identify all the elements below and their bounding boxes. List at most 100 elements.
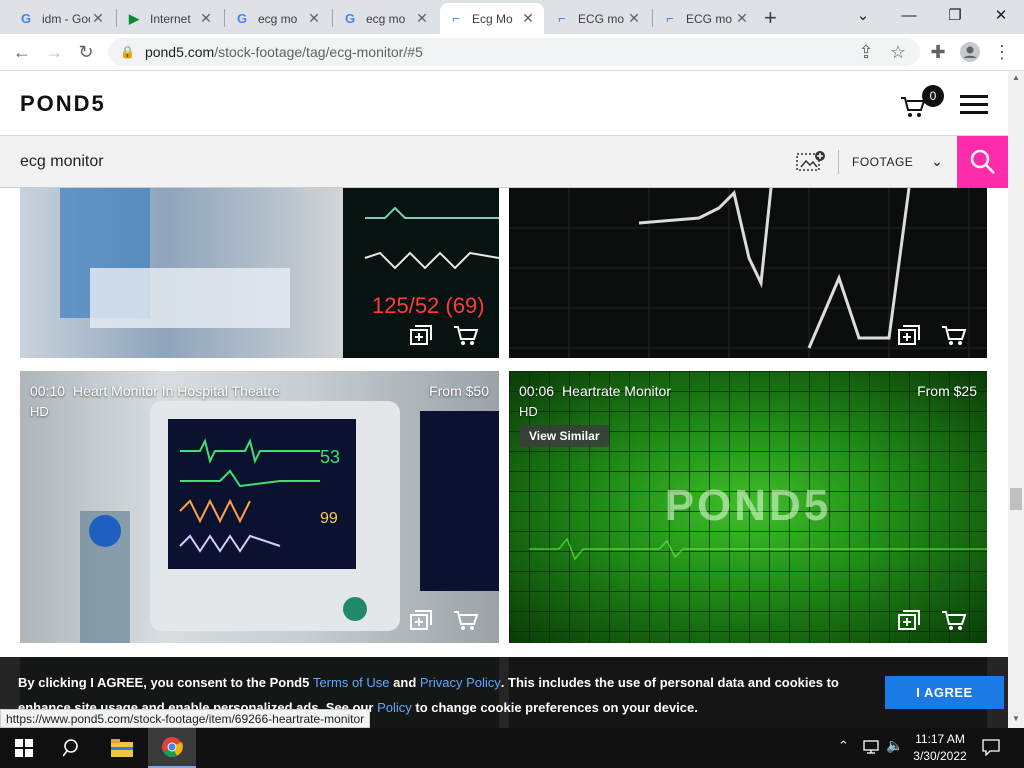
clip-card-3[interactable]: 53 99 00:10 Heart Monitor In Hospital The…	[20, 371, 499, 643]
lock-icon: 🔒	[120, 45, 135, 59]
clip-card-4[interactable]: POND5 00:06 Heartrate Monitor From $25 HD…	[509, 371, 987, 643]
chrome-menu-icon[interactable]: ⋮	[988, 38, 1016, 66]
browser-tab-7[interactable]: ⌐ ECG mo ✕	[654, 3, 758, 34]
network-icon[interactable]	[862, 739, 880, 760]
chrome-icon[interactable]	[148, 728, 196, 768]
category-select-label: FOOTAGE	[852, 155, 914, 169]
browser-tab-6[interactable]: ⌐ ECG mo ✕	[546, 3, 650, 34]
i-agree-button[interactable]: I AGREE	[885, 676, 1004, 709]
category-select[interactable]: FOOTAGE ⌄	[852, 153, 943, 170]
play-icon: ▶	[129, 10, 139, 26]
clip-thumbnail-3: 53 99	[80, 401, 499, 643]
clip-title[interactable]: Heartrate Monitor	[562, 383, 671, 399]
scroll-down-arrow[interactable]: ▼	[1012, 714, 1020, 723]
policy-link[interactable]: Policy	[377, 700, 412, 715]
svg-text:125/52 (69): 125/52 (69)	[372, 293, 485, 318]
share-icon[interactable]: ⇪	[852, 38, 880, 66]
google-icon: G	[236, 11, 248, 26]
clip-info-4: 00:06 Heartrate Monitor	[519, 383, 671, 399]
windows-start-icon[interactable]	[0, 728, 48, 768]
close-tab-icon[interactable]: ✕	[520, 10, 536, 27]
browser-tab-strip: G idm - Goo ✕ ▶ Internet ✕ G ecg mo ✕ G …	[0, 0, 1024, 34]
clip-card-2[interactable]	[509, 188, 987, 358]
tab-title: ecg mo	[366, 11, 406, 26]
pond5-icon: ⌐	[558, 11, 566, 26]
view-similar-button[interactable]: View Similar	[519, 425, 610, 447]
close-tab-icon[interactable]: ✕	[414, 10, 430, 27]
search-icon[interactable]	[48, 728, 96, 768]
scrollbar-thumb[interactable]	[1010, 488, 1022, 510]
add-to-collection-icon[interactable]	[409, 324, 435, 346]
clip-duration: 00:06	[519, 383, 555, 399]
browser-tab-1[interactable]: G idm - Goo ✕	[10, 3, 114, 34]
clip-title[interactable]: Heart Monitor In Hospital Theatre	[73, 383, 280, 399]
close-tab-icon[interactable]: ✕	[626, 10, 642, 27]
back-icon[interactable]: ←	[8, 38, 36, 66]
cart-count-badge: 0	[922, 85, 944, 107]
hamburger-menu-icon[interactable]	[960, 95, 988, 114]
close-window-button[interactable]: ✕	[978, 0, 1024, 30]
tab-search-icon[interactable]: ⌄	[840, 0, 886, 30]
search-button[interactable]	[957, 136, 1008, 188]
system-clock[interactable]: 11:17 AM 3/30/2022	[906, 731, 974, 765]
page-scrollbar[interactable]: ▲ ▼	[1008, 71, 1024, 728]
scroll-up-arrow[interactable]: ▲	[1012, 73, 1020, 82]
browser-tab-4[interactable]: G ecg mo ✕	[334, 3, 438, 34]
clock-time: 11:17 AM	[915, 732, 965, 746]
clip-actions	[897, 324, 967, 346]
clip-actions	[409, 609, 479, 631]
add-to-collection-icon[interactable]	[897, 609, 923, 631]
show-hidden-icons-chevron-icon[interactable]: ⌃	[838, 738, 849, 754]
add-to-cart-icon[interactable]	[941, 609, 967, 631]
web-page: 125/52 (69) 53 99 00:10 Heart Monitor In…	[0, 71, 1008, 728]
site-header: POND5 0	[0, 71, 1008, 136]
close-tab-icon[interactable]: ✕	[198, 10, 214, 27]
terms-of-use-link[interactable]: Terms of Use	[313, 675, 390, 690]
add-to-cart-icon[interactable]	[453, 609, 479, 631]
clip-price: From $50	[429, 383, 489, 399]
svg-text:99: 99	[320, 510, 338, 527]
clock-date: 3/30/2022	[913, 749, 967, 763]
pond5-logo[interactable]: POND5	[20, 91, 106, 117]
tab-title: idm - Goo	[42, 11, 90, 26]
reload-icon[interactable]: ↻	[72, 38, 100, 66]
tab-title: ECG mo	[578, 11, 625, 26]
url-path: /stock-footage/tag/ecg-monitor/#5	[214, 44, 423, 60]
browser-toolbar: ← → ↻ 🔒 pond5.com/stock-footage/tag/ecg-…	[0, 34, 1024, 71]
profile-avatar-icon[interactable]	[956, 38, 984, 66]
bookmark-star-icon[interactable]: ☆	[884, 38, 912, 66]
extensions-icon[interactable]: ✚	[924, 38, 952, 66]
forward-icon[interactable]: →	[40, 38, 68, 66]
privacy-policy-link[interactable]: Privacy Policy	[420, 675, 501, 690]
minimize-button[interactable]: —	[886, 0, 932, 30]
pond5-icon: ⌐	[666, 11, 674, 26]
address-bar[interactable]: 🔒 pond5.com/stock-footage/tag/ecg-monito…	[108, 38, 920, 66]
restore-button[interactable]: ❐	[932, 0, 978, 30]
clip-card-1[interactable]: 125/52 (69)	[20, 188, 499, 358]
clip-info-3: 00:10 Heart Monitor In Hospital Theatre	[30, 383, 280, 399]
google-icon: G	[344, 11, 356, 26]
add-to-cart-icon[interactable]	[453, 324, 479, 346]
add-to-collection-icon[interactable]	[409, 609, 435, 631]
notifications-icon[interactable]	[982, 738, 1000, 761]
browser-tab-5-active[interactable]: ⌐ Ecg Mo ✕	[440, 3, 544, 34]
clip-duration: 00:10	[30, 383, 66, 399]
chevron-down-icon: ⌄	[931, 153, 944, 169]
tab-title: Internet	[150, 11, 191, 26]
browser-tab-2[interactable]: ▶ Internet ✕	[118, 3, 222, 34]
browser-tab-3[interactable]: G ecg mo ✕	[226, 3, 330, 34]
image-search-icon[interactable]	[796, 150, 826, 177]
file-explorer-icon[interactable]	[98, 728, 146, 768]
new-tab-button[interactable]: +	[764, 5, 777, 31]
add-to-collection-icon[interactable]	[897, 324, 923, 346]
cart-button[interactable]: 0	[900, 85, 944, 121]
search-input[interactable]	[20, 148, 620, 176]
close-tab-icon[interactable]: ✕	[306, 10, 322, 27]
svg-text:53: 53	[320, 447, 340, 467]
close-tab-icon[interactable]: ✕	[90, 10, 106, 27]
volume-icon[interactable]: 🔈	[886, 737, 903, 754]
search-icon	[970, 149, 995, 174]
clip-actions	[897, 609, 967, 631]
add-to-cart-icon[interactable]	[941, 324, 967, 346]
close-tab-icon[interactable]: ✕	[734, 10, 750, 27]
